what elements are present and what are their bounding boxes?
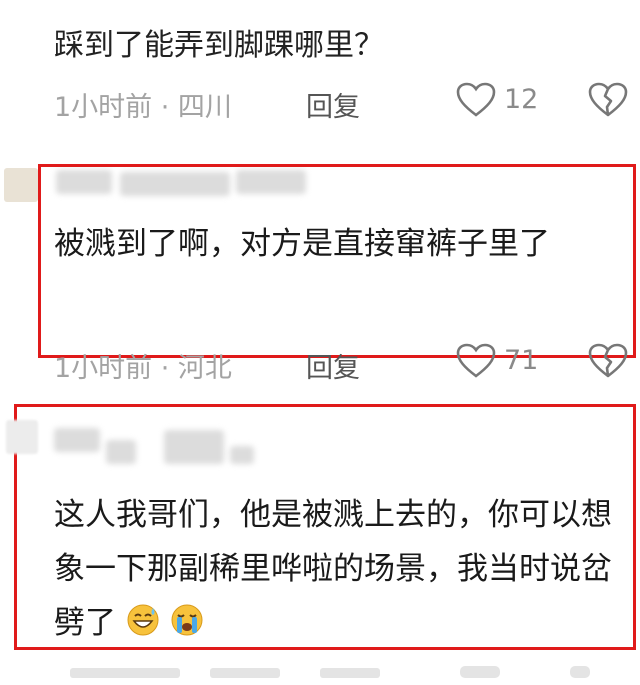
like-heart-icon[interactable] (456, 82, 496, 118)
comment-text: 被溅到了啊，对方是直接窜裤子里了 (54, 226, 550, 262)
comment-text: 踩到了能弄到脚踝哪里？ (54, 28, 384, 63)
like-heart-icon[interactable] (456, 343, 496, 379)
like-count: 12 (504, 84, 539, 115)
comment-meta-faded (70, 654, 590, 685)
comment-1: 踩到了能弄到脚踝哪里？ 1小时前 · 四川 回复 12 (0, 0, 640, 140)
like-count: 71 (504, 345, 539, 376)
blurred-username (164, 430, 224, 464)
grinning-sweat-emoji (126, 600, 160, 654)
crying-emoji (170, 600, 204, 654)
comment-time-location: 1小时前 · 四川 (54, 92, 232, 123)
avatar[interactable] (4, 168, 38, 202)
avatar[interactable] (6, 420, 38, 454)
blurred-username (230, 446, 254, 464)
blurred-username (54, 428, 100, 452)
reply-button[interactable]: 回复 (306, 346, 360, 385)
dislike-broken-heart-icon[interactable] (588, 343, 628, 379)
dislike-broken-heart-icon[interactable] (588, 82, 628, 118)
blurred-username (106, 440, 136, 464)
comment-text: 这人我哥们，他是被溅上去的，你可以想象一下那副稀里哗啦的场景，我当时说岔劈了 (54, 488, 634, 654)
reply-button[interactable]: 回复 (306, 85, 360, 124)
comment-time-location: 1小时前 · 河北 (54, 353, 232, 384)
